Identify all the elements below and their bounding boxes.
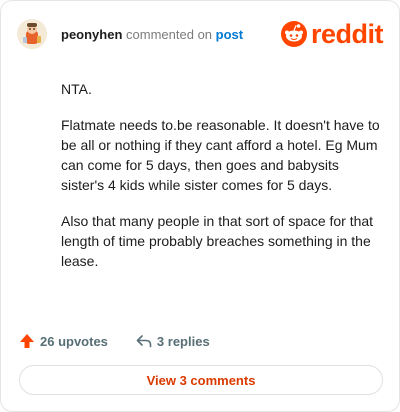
comment-card: peonyhen commented on post reddit NTA. F…	[0, 0, 400, 412]
comment-paragraph: NTA.	[61, 81, 92, 97]
snoo-icon	[280, 21, 307, 47]
reply-arrow-icon	[136, 335, 152, 348]
upvote-button[interactable]: 26 upvotes	[19, 333, 108, 349]
reddit-wordmark: reddit	[310, 19, 384, 49]
view-comments-button[interactable]: View 3 comments	[19, 365, 383, 395]
replies-count: 3 replies	[156, 333, 210, 349]
replies-button[interactable]: 3 replies	[136, 333, 210, 349]
upvote-count: 26 upvotes	[40, 333, 108, 349]
commented-on-text: commented on	[126, 27, 213, 42]
post-link[interactable]: post	[216, 27, 243, 42]
user-avatar[interactable]	[17, 19, 47, 49]
comment-paragraph: Also that many people in that sort of sp…	[61, 213, 374, 269]
byline: peonyhen commented on post	[61, 27, 243, 43]
comment-body: NTA. Flatmate needs to.be reasonable. It…	[61, 79, 381, 287]
comment-paragraph: Flatmate needs to.be reasonable. It does…	[61, 117, 380, 193]
reddit-logo[interactable]: reddit	[280, 19, 384, 49]
comment-header: peonyhen commented on post reddit	[17, 19, 384, 49]
username-link[interactable]: peonyhen	[61, 27, 122, 42]
upvote-arrow-icon	[20, 334, 34, 348]
comment-actions: 26 upvotes 3 replies	[19, 331, 210, 351]
avatar-icon	[17, 19, 47, 49]
